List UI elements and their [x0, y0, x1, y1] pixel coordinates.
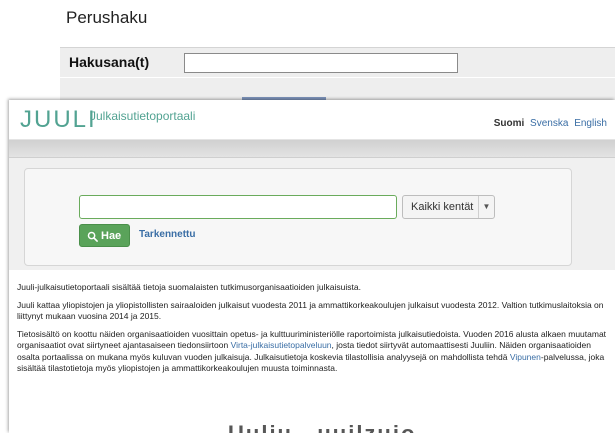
back-search-input[interactable] [184, 53, 458, 73]
data-source-paragraph: Tietosisältö on koottu näiden organisaat… [17, 329, 607, 375]
back-search-row: Hakusana(t) [60, 47, 615, 77]
field-select-label: Kaikki kentät [411, 201, 474, 213]
search-icon [87, 231, 98, 242]
virta-link[interactable]: Virta-julkaisutietopalveluun [231, 340, 332, 350]
intro-paragraph: Juuli-julkaisutietoportaali sisältää tie… [17, 282, 361, 292]
search-button[interactable]: Hae [79, 224, 130, 247]
lang-english[interactable]: English [574, 118, 607, 129]
language-switcher: Suomi Svenska English [494, 118, 607, 129]
juuli-window: JUULI Julkaisutietoportaali Suomi Svensk… [9, 100, 615, 433]
juuli-logo[interactable]: JUULI [20, 106, 97, 134]
back-gray-strip [60, 78, 615, 100]
intro-content: Juuli-julkaisutietoportaali sisältää tie… [17, 282, 607, 381]
back-page-title: Perushaku [66, 8, 148, 27]
vipunen-link[interactable]: Vipunen [510, 352, 541, 362]
header: JUULI Julkaisutietoportaali Suomi Svensk… [9, 100, 615, 140]
search-box: Kaikki kentät ▼ Hae Tarkennettu [24, 168, 572, 266]
lang-svenska[interactable]: Svenska [530, 118, 568, 129]
chevron-down-icon: ▼ [478, 196, 494, 218]
coverage-paragraph: Juuli kattaa yliopistojen ja yliopistoll… [17, 299, 604, 322]
search-area: Kaikki kentät ▼ Hae Tarkennettu [9, 158, 615, 270]
search-button-label: Hae [101, 230, 122, 242]
header-banner [9, 140, 615, 158]
advanced-search-link[interactable]: Tarkennettu [139, 229, 196, 240]
overlay-watermark-text: Uuliu ‚ uuilzuio [228, 421, 416, 433]
logo-subtitle: Julkaisutietoportaali [90, 109, 196, 123]
lang-current: Suomi [493, 118, 525, 129]
search-input[interactable] [79, 195, 397, 219]
back-search-label: Hakusana(t) [69, 54, 150, 70]
field-select[interactable]: Kaikki kentät ▼ [402, 195, 495, 219]
